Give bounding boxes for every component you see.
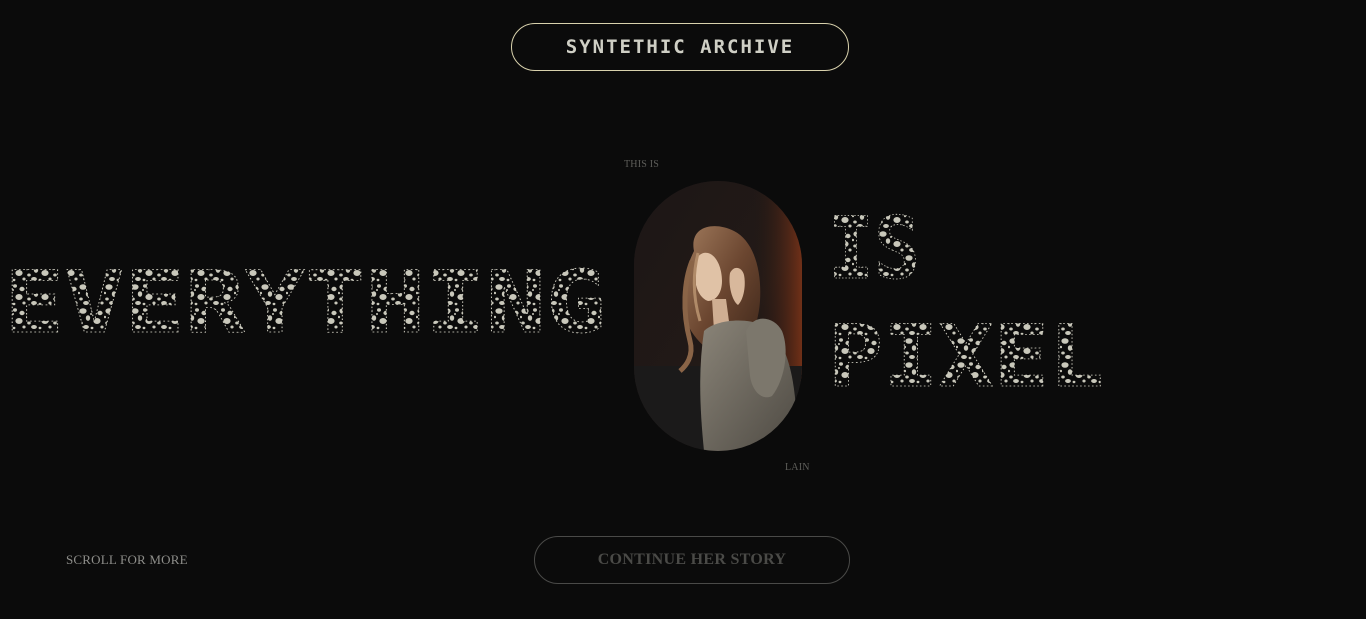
site-title: SYNTETHIC ARCHIVE	[565, 36, 795, 58]
continue-story-button[interactable]: CONTINUE HER STORY	[534, 536, 850, 584]
continue-story-label: CONTINUE HER STORY	[597, 551, 787, 568]
hero-word-pixel: PIXEL	[828, 307, 1105, 408]
portrait-image	[634, 181, 802, 451]
hero-word-everything-text: EVERYTHING	[4, 253, 606, 353]
hero-word-is-text: IS	[828, 199, 920, 299]
site-title-button[interactable]: SYNTETHIC ARCHIVE	[511, 23, 849, 71]
hero-eyebrow: THIS IS	[624, 159, 660, 170]
scroll-hint: SCROLL FOR MORE	[66, 552, 188, 567]
portrait-photo-icon	[634, 181, 802, 451]
hero-word-is: IS	[828, 199, 921, 300]
portrait-caption: LAIN	[785, 462, 810, 473]
hero-word-pixel-text: PIXEL	[828, 307, 1104, 407]
hero-word-everything: EVERYTHING	[4, 253, 607, 354]
